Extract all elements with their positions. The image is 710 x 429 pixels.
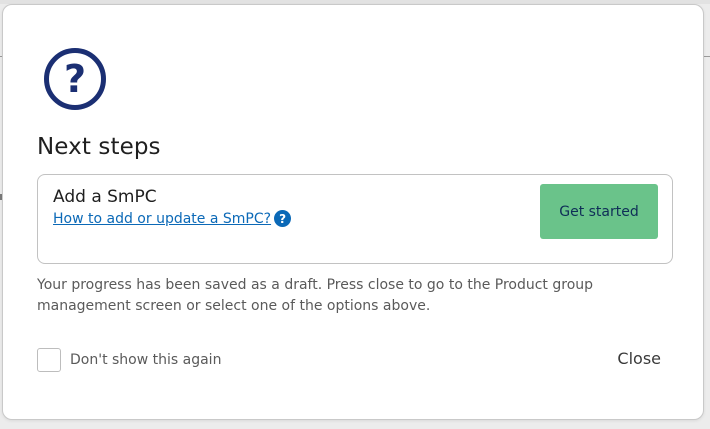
help-circle-symbol: ? [64,57,86,101]
step-title: Add a SmPC [53,187,157,207]
help-circle-icon: ? [44,48,106,110]
step-card-add-smpc: Add a SmPC How to add or update a SmPC? … [37,174,673,264]
page: ? Next steps Add a SmPC How to add or up… [0,0,710,429]
help-link-row: How to add or update a SmPC? ? [53,210,292,227]
dont-show-again-label[interactable]: Don't show this again [70,352,221,368]
info-question-icon[interactable]: ? [274,210,292,227]
how-to-add-smpc-link[interactable]: How to add or update a SmPC? [53,211,271,227]
dont-show-again-option[interactable]: Don't show this again [37,348,221,372]
get-started-button[interactable]: Get started [540,184,658,239]
backdrop-divider [704,56,710,57]
next-steps-dialog: ? Next steps Add a SmPC How to add or up… [2,4,704,420]
progress-saved-description: Your progress has been saved as a draft.… [37,277,594,314]
close-button[interactable]: Close [617,349,661,368]
dont-show-again-checkbox[interactable] [37,348,61,372]
dialog-title: Next steps [37,134,161,160]
